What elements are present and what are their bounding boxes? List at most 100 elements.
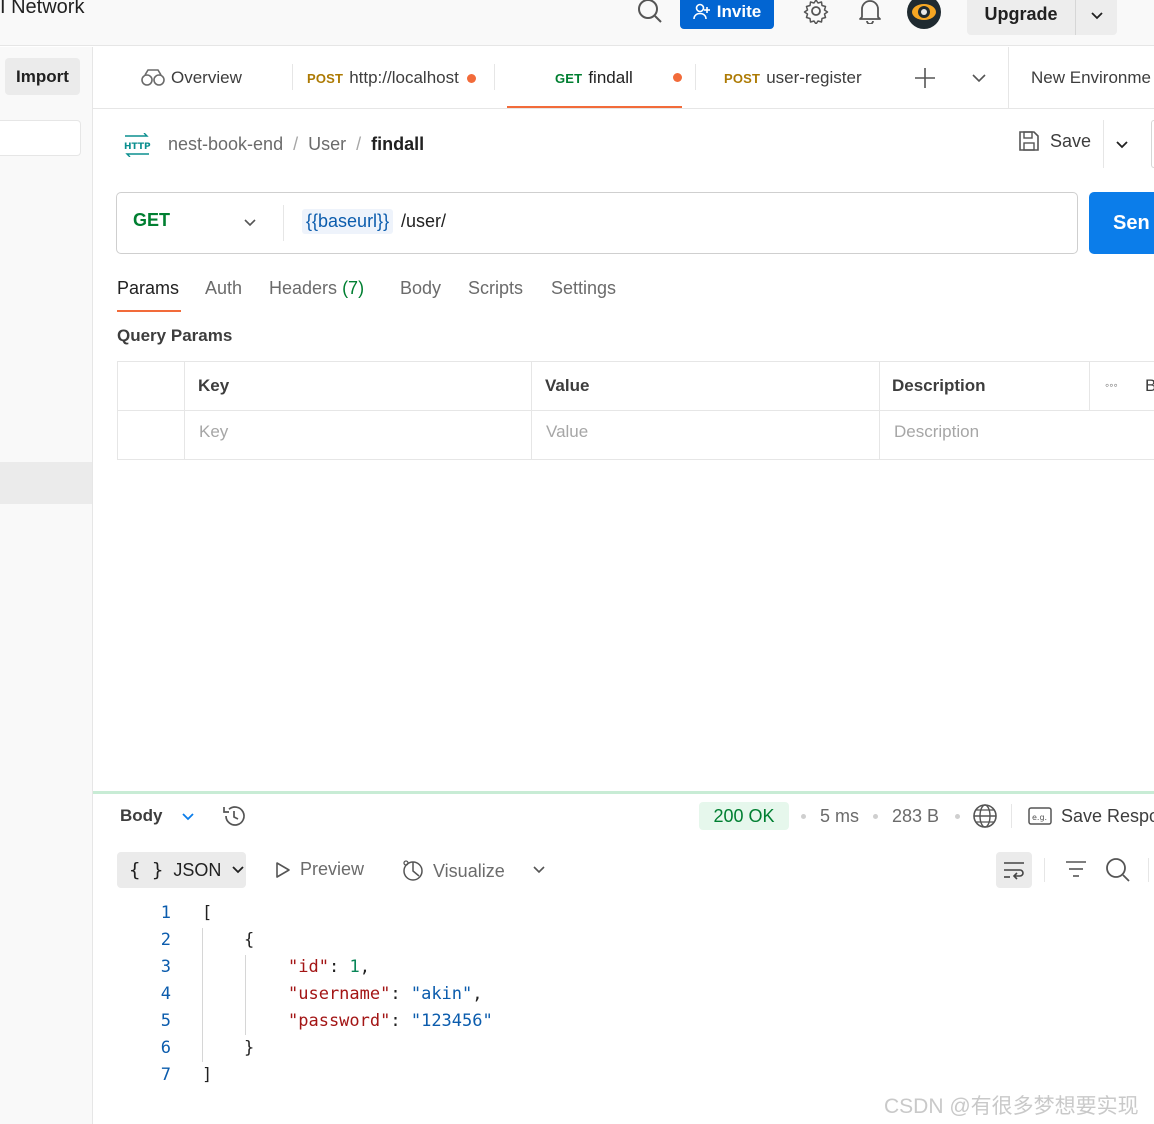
table-column-divider [1089,361,1090,410]
import-button[interactable]: Import [5,58,80,95]
tab-divider [292,64,293,90]
tab-params[interactable]: Params [117,278,179,299]
response-meta-divider [1011,804,1012,828]
line-number: 2 [160,930,171,950]
unsaved-dot [673,73,682,82]
breadcrumb-separator: / [356,134,362,154]
param-key-input[interactable]: Key [199,422,228,442]
tab-settings[interactable]: Settings [551,278,616,299]
globe-icon[interactable] [972,803,998,829]
response-search-icon[interactable] [1105,857,1131,883]
separator-dot [873,814,878,819]
code-line: "username": "akin", [288,984,483,1004]
method-chevron-down-icon[interactable] [242,215,258,231]
tab-get-findall[interactable]: GET findall [555,47,633,109]
tab-label: user-register [766,68,862,87]
save-response-button[interactable]: Save Respo [1061,806,1154,827]
json-key: "username" [288,984,391,1004]
breadcrumb: nest-book-end / User / findall [168,134,424,155]
tab-body[interactable]: Body [400,278,441,299]
breadcrumb-request[interactable]: findall [371,134,424,154]
toolbar-divider [1044,858,1045,882]
save-button[interactable]: Save [1018,130,1091,152]
line-number: 3 [160,957,171,977]
history-icon[interactable] [221,803,247,829]
tab-label: findall [588,68,633,87]
tabs-chevron-down-icon[interactable] [970,70,988,86]
more-options-icon[interactable]: ◦◦◦ [1105,378,1118,392]
json-token: { [244,930,255,950]
format-chevron-down-icon [231,863,245,877]
method-select[interactable]: GET [133,210,170,231]
tab-scripts[interactable]: Scripts [468,278,523,299]
tab-auth[interactable]: Auth [205,278,242,299]
format-select[interactable]: { } JSON [117,852,246,888]
bell-icon[interactable] [858,0,882,24]
save-divider [1103,120,1104,168]
tab-headers[interactable]: Headers (7) [269,278,364,299]
filter-icon[interactable] [1064,858,1088,880]
watermark: CSDN @有很多梦想要实现 [884,1095,1139,1118]
sidebar [0,47,93,1124]
sidebar-search-input[interactable] [0,120,81,156]
indent-guide [245,955,246,1035]
invite-label: Invite [716,1,762,21]
response-body-label[interactable]: Body [120,806,163,826]
json-token: } [244,1038,255,1058]
wrap-lines-button[interactable] [996,852,1032,888]
chevron-down-icon[interactable] [1076,7,1117,23]
code-line: ] [202,1065,212,1085]
column-header-description: Description [892,376,986,395]
url-variable[interactable]: {{baseurl}} [302,209,394,234]
invite-button[interactable]: Invite [680,0,774,29]
tab-post-user-register[interactable]: POST user-register [724,47,862,109]
headers-count-badge: (7) [342,278,365,298]
tab-divider [494,64,495,90]
json-number: 1 [349,957,360,977]
braces-icon: { } [129,859,164,881]
avatar[interactable] [906,0,942,30]
svg-text:e.g.: e.g. [1032,813,1047,822]
response-time[interactable]: 5 ms [820,806,859,827]
param-value-input[interactable]: Value [546,422,588,442]
send-button[interactable]: Sen [1089,192,1154,254]
code-line: "password": "123456" [288,1011,493,1031]
tab-post-localhost[interactable]: POST http://localhost [307,47,476,109]
url-input[interactable]: /user/ [401,211,446,232]
visualize-chevron-down-icon[interactable] [531,862,547,878]
param-description-input[interactable]: Description [894,422,979,442]
breadcrumb-folder[interactable]: User [308,134,346,154]
format-label: JSON [173,859,222,880]
bulk-edit-link[interactable]: B [1145,376,1154,396]
body-chevron-down-icon[interactable] [180,809,196,825]
status-badge[interactable]: 200 OK [699,802,789,830]
example-icon: e.g. [1028,806,1052,826]
new-tab-plus-icon[interactable] [914,67,936,89]
tab-label: http://localhost [349,68,459,87]
add-user-icon [692,3,711,21]
code-line: { [244,930,254,950]
response-size[interactable]: 283 B [892,806,939,827]
line-number: 5 [160,1011,171,1031]
json-token: ] [202,1065,213,1085]
toolbar-divider [1148,858,1149,882]
breadcrumb-collection[interactable]: nest-book-end [168,134,283,154]
line-number: 1 [160,903,171,923]
gear-icon[interactable] [803,0,829,24]
visualize-button[interactable]: Visualize [401,859,505,883]
search-icon[interactable] [637,0,663,24]
sidebar-selected-item[interactable] [0,462,92,504]
unsaved-dot [466,73,476,83]
line-number: 6 [160,1038,171,1058]
tab-overview[interactable]: Overview [141,47,242,109]
http-badge-text: HTTP [124,142,151,152]
response-pane-border[interactable] [93,791,1154,794]
upgrade-button[interactable]: Upgrade [967,0,1117,35]
environment-selector[interactable]: New Environme [1031,47,1151,109]
code-line: } [244,1038,254,1058]
preview-button[interactable]: Preview [274,859,364,880]
save-chevron-down-icon[interactable] [1114,137,1130,153]
upgrade-label: Upgrade [984,4,1058,24]
url-bar [116,192,1078,254]
save-icon [1018,130,1040,152]
